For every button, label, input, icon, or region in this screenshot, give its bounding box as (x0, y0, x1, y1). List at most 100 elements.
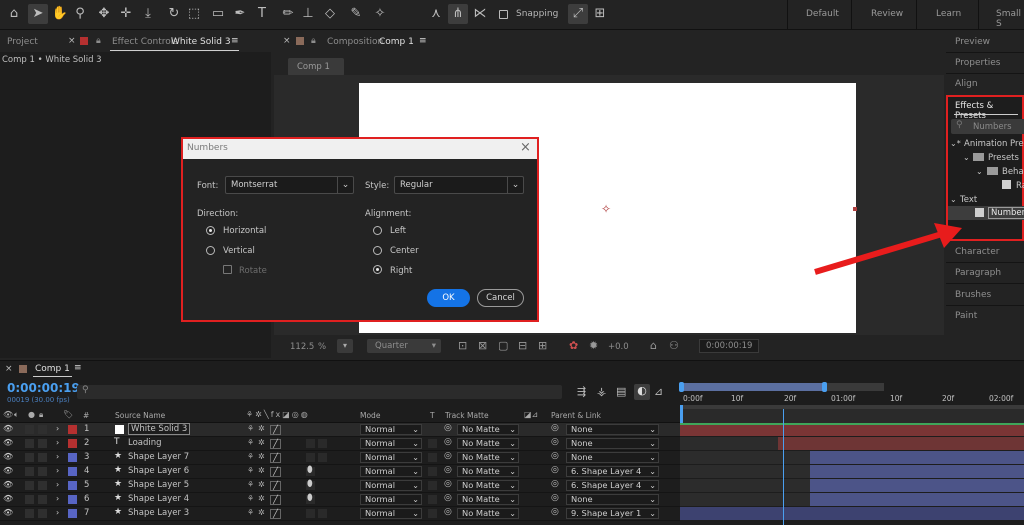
solo-icon[interactable]: ● (28, 410, 35, 419)
style-select[interactable]: Regular ⌄ (394, 176, 524, 194)
blend-mode-select[interactable]: Normal ⌄ (360, 438, 422, 449)
lock-icon[interactable]: 🔒︎ (311, 36, 316, 46)
shy-switch-icon[interactable]: ⚘ (247, 424, 254, 433)
layer-handle[interactable] (853, 207, 857, 211)
source-name-header[interactable]: Source Name (115, 411, 165, 420)
type-tool-icon[interactable]: T (252, 4, 272, 24)
3d-switch[interactable] (318, 509, 327, 518)
layer-duration-bar[interactable] (810, 479, 1024, 492)
eye-icon[interactable]: 👁︎ (3, 494, 13, 503)
guides-icon[interactable]: ⊟ (518, 339, 527, 352)
shy-switch-icon[interactable]: ⚘ (247, 466, 254, 475)
clone-stamp-tool-icon[interactable]: ⊥ (298, 4, 318, 24)
3d-layer-icon[interactable]: ⬮ (307, 465, 313, 475)
alignment-center-label[interactable]: Center (390, 246, 419, 256)
axis-world-icon[interactable]: ⋔ (448, 4, 468, 24)
3d-switch[interactable] (318, 425, 327, 434)
direction-vertical-radio[interactable] (206, 246, 215, 255)
adjustment-switch[interactable] (306, 425, 315, 434)
frame-blending-icon[interactable]: ▤ (616, 385, 626, 398)
tree-text[interactable]: Text (960, 195, 977, 205)
preserve-transparency-toggle[interactable] (428, 509, 437, 518)
layer-duration-bar[interactable] (810, 493, 1024, 506)
3d-layer-icon[interactable]: ⬮ (307, 479, 313, 489)
alignment-right-radio[interactable] (373, 265, 382, 274)
layer-name[interactable]: Shape Layer 5 (128, 480, 189, 490)
zoom-chevron-icon[interactable]: ▾ (337, 339, 353, 353)
rotation-tool-icon[interactable]: ↻ (164, 4, 184, 24)
tree-numbers-row[interactable]: Numbers (948, 206, 1024, 220)
collapse-switch-icon[interactable]: ✲ (258, 466, 265, 475)
label-color-swatch[interactable] (68, 495, 77, 504)
panel-menu-icon[interactable]: ≡ (419, 36, 427, 46)
pen-tool-icon[interactable]: ✒ (230, 4, 250, 24)
layer-name[interactable]: Loading (128, 438, 162, 448)
track-matte-select[interactable]: No Matte ⌄ (457, 438, 519, 449)
label-color-swatch[interactable] (68, 453, 77, 462)
eye-icon[interactable]: 👁︎ (3, 466, 13, 475)
lock-icon[interactable]: 🔒︎ (96, 36, 101, 46)
shy-switch-icon[interactable]: ⚘ (247, 438, 254, 447)
quality-switch-icon[interactable]: ╱ (270, 509, 281, 519)
parent-pickwhip-icon[interactable]: ◎ (551, 479, 559, 489)
preserve-transparency-toggle[interactable] (428, 467, 437, 476)
parent-pickwhip-icon[interactable]: ◎ (551, 451, 559, 461)
timeline-timecode[interactable]: 0:00:00:19 (7, 381, 80, 395)
eye-icon[interactable]: 👁︎ (3, 424, 13, 433)
direction-horizontal-label[interactable]: Horizontal (223, 226, 266, 236)
parent-select[interactable]: None ⌄ (566, 452, 659, 463)
parent-select[interactable]: 6. Shape Layer 4 ⌄ (566, 480, 659, 491)
eye-icon[interactable]: 👁︎ (3, 508, 13, 517)
tab-effect-controls[interactable]: Effect Controls (112, 37, 178, 47)
panel-preview[interactable]: Preview (955, 37, 990, 47)
brush-tool-icon[interactable]: ✏ (278, 4, 298, 24)
parent-pickwhip-icon[interactable]: ◎ (551, 437, 559, 447)
pickwhip-icon[interactable]: ◎ (444, 437, 452, 447)
preserve-transparency-toggle[interactable] (428, 481, 437, 490)
grid-icon[interactable]: ⊞ (538, 339, 547, 352)
dolly-tool-icon[interactable]: ⤓ (138, 4, 158, 24)
roto-brush-tool-icon[interactable]: ✎ (346, 4, 366, 24)
panel-align[interactable]: Align (955, 79, 978, 89)
label-color-swatch[interactable] (68, 439, 77, 448)
shy-switch-icon[interactable]: ⚘ (247, 508, 254, 517)
blend-mode-select[interactable]: Normal ⌄ (360, 494, 422, 505)
label-color-swatch[interactable] (68, 509, 77, 518)
quality-switch-icon[interactable]: ╱ (270, 453, 281, 463)
blend-mode-select[interactable]: Normal ⌄ (360, 508, 422, 519)
work-area-start-handle[interactable] (679, 382, 684, 392)
pickwhip-icon[interactable]: ◎ (444, 465, 452, 475)
rotate-checkbox[interactable] (223, 265, 232, 274)
layer-duration-bar[interactable] (810, 451, 1024, 464)
timeline-tab-name[interactable]: Comp 1 (35, 364, 70, 374)
collapse-switch-icon[interactable]: ✲ (258, 494, 265, 503)
quality-switch-icon[interactable]: ╱ (270, 481, 281, 491)
parent-pickwhip-icon[interactable]: ◎ (551, 507, 559, 517)
alignment-center-radio[interactable] (373, 246, 382, 255)
eye-icon[interactable]: 👁︎ (3, 410, 13, 419)
close-icon[interactable]: × (5, 364, 13, 374)
mask-visibility-icon[interactable]: ▢ (498, 339, 508, 352)
track-matte-select[interactable]: No Matte ⌄ (457, 452, 519, 463)
track-matte-select[interactable]: No Matte ⌄ (457, 466, 519, 477)
layer-row[interactable]: 👁︎ › 7 ★ Shape Layer 3 ⚘ ✲ ╱ Normal ⌄ ◎ No Matte ⌄ ◎ 9… (0, 507, 680, 521)
eye-icon[interactable]: 👁︎ (3, 438, 13, 447)
workspace-default[interactable]: Default (806, 9, 839, 19)
collapse-switch-icon[interactable]: ✲ (258, 438, 265, 447)
chevron-down-icon[interactable]: ⌄ (963, 153, 970, 162)
motion-blur-icon[interactable]: ◐ (634, 384, 650, 400)
panel-properties[interactable]: Properties (955, 58, 1000, 68)
viewer-timecode[interactable]: 0:00:00:19 (699, 339, 759, 353)
draft-3d-icon[interactable]: ⇶ (577, 385, 586, 398)
lock-toggle[interactable] (38, 453, 47, 462)
shy-switch-icon[interactable]: ⚘ (247, 494, 254, 503)
blend-mode-select[interactable]: Normal ⌄ (360, 424, 422, 435)
effects-search-field[interactable]: ⚲ Numbers (951, 119, 1024, 134)
layer-name[interactable]: Shape Layer 7 (128, 452, 189, 462)
work-area-end-handle[interactable] (822, 382, 827, 392)
quality-switch-icon[interactable]: ╱ (270, 467, 281, 477)
hand-tool-icon[interactable]: ✋ (50, 4, 70, 24)
layer-row[interactable]: 👁︎ › 2 T Loading ⚘ ✲ ╱ Normal ⌄ ◎ No Matte ⌄ ◎ None ⌄ (0, 437, 680, 451)
solo-toggle[interactable] (25, 495, 34, 504)
alignment-right-label[interactable]: Right (390, 266, 412, 276)
